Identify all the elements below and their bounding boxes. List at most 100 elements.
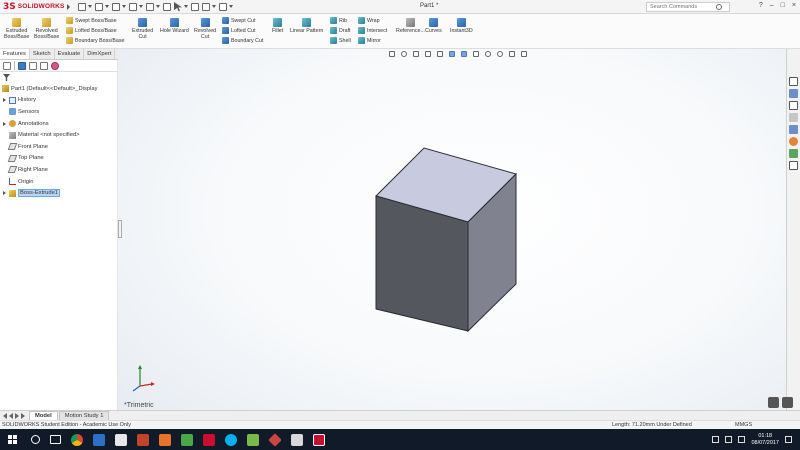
status-units[interactable]: MMGS bbox=[735, 422, 752, 428]
shell-button[interactable]: Shell bbox=[330, 37, 351, 44]
chevron-down-icon[interactable] bbox=[88, 5, 92, 8]
linear-pattern-button[interactable]: Linear Pattern bbox=[290, 18, 323, 34]
fillet-button[interactable]: Fillet bbox=[272, 18, 283, 34]
search-icon[interactable] bbox=[716, 4, 722, 10]
tab-back-icon[interactable] bbox=[9, 412, 13, 419]
tab-next-icon[interactable] bbox=[21, 412, 25, 419]
video-editor-icon[interactable] bbox=[137, 433, 149, 446]
reference-geometry-button[interactable]: Reference... bbox=[396, 18, 425, 34]
file-properties-icon[interactable] bbox=[202, 2, 210, 11]
maximize-button[interactable]: □ bbox=[781, 2, 785, 9]
file-explorer-icon[interactable] bbox=[789, 101, 798, 110]
view-orientation-icon[interactable] bbox=[449, 51, 455, 57]
draft-button[interactable]: Draft bbox=[330, 27, 350, 34]
windows-start-icon[interactable] bbox=[8, 435, 17, 444]
tree-item-origin[interactable]: Origin bbox=[0, 176, 117, 188]
tab-dimxpert[interactable]: DimXpert bbox=[84, 49, 116, 59]
chevron-down-icon[interactable] bbox=[212, 5, 216, 8]
view-toggle-icon[interactable] bbox=[782, 397, 793, 408]
tray-network-icon[interactable] bbox=[712, 436, 720, 443]
zoom-to-area-icon[interactable] bbox=[401, 51, 407, 57]
swept-boss-button[interactable]: Swept Boss/Base bbox=[66, 17, 117, 24]
tree-item-sensors[interactable]: Sensors bbox=[0, 106, 117, 118]
save-icon[interactable] bbox=[112, 2, 120, 11]
file-explorer-icon[interactable] bbox=[93, 433, 105, 446]
expand-arrow-icon[interactable] bbox=[3, 98, 6, 103]
tray-battery-icon[interactable] bbox=[738, 436, 746, 443]
tab-prev-icon[interactable] bbox=[3, 412, 7, 419]
boundary-cut-button[interactable]: Boundary Cut bbox=[222, 37, 263, 44]
search-icon[interactable] bbox=[31, 435, 40, 444]
tab-model[interactable]: Model bbox=[29, 411, 58, 420]
chevron-down-icon[interactable] bbox=[156, 5, 160, 8]
chevron-down-icon[interactable] bbox=[105, 5, 109, 8]
tree-item-right-plane[interactable]: Right Plane bbox=[0, 164, 117, 176]
view-palette-icon[interactable] bbox=[789, 113, 798, 122]
view-settings-icon[interactable] bbox=[509, 51, 515, 57]
task-view-icon[interactable] bbox=[50, 435, 61, 444]
rib-button[interactable]: Rib bbox=[330, 17, 347, 24]
help-button[interactable]: ? bbox=[759, 2, 763, 9]
tree-item-boss-extrude1[interactable]: Boss-Extrude1 bbox=[0, 187, 117, 199]
appearances-scenes-icon[interactable] bbox=[789, 125, 798, 134]
lofted-cut-button[interactable]: Lofted Cut bbox=[222, 27, 255, 34]
solidworks-logo[interactable]: 3S SOLIDWORKS bbox=[0, 2, 70, 12]
puzzle-app-icon[interactable] bbox=[181, 433, 193, 446]
tree-item-top-plane[interactable]: Top Plane bbox=[0, 153, 117, 165]
filter-icon[interactable] bbox=[3, 74, 10, 81]
boundary-boss-button[interactable]: Boundary Boss/Base bbox=[66, 37, 124, 44]
extruded-cut-button[interactable]: Extruded Cut bbox=[132, 18, 153, 40]
wrap-button[interactable]: Wrap bbox=[358, 17, 380, 24]
display-pane-icon[interactable] bbox=[521, 51, 527, 57]
tree-item-front-plane[interactable]: Front Plane bbox=[0, 141, 117, 153]
property-manager-tab-icon[interactable] bbox=[18, 61, 26, 70]
redo-icon[interactable] bbox=[163, 2, 171, 11]
display-style-icon[interactable] bbox=[461, 51, 467, 57]
solidworks-taskbar-icon[interactable] bbox=[203, 433, 215, 446]
tree-item-annotations[interactable]: Annotations bbox=[0, 118, 117, 130]
dimxpert-manager-tab-icon[interactable] bbox=[40, 61, 48, 70]
minimize-button[interactable]: – bbox=[770, 2, 774, 9]
task-pane-extra-icon[interactable] bbox=[789, 161, 798, 170]
close-button[interactable]: × bbox=[792, 2, 796, 9]
tab-evaluate[interactable]: Evaluate bbox=[55, 49, 85, 59]
mirror-button[interactable]: Mirror bbox=[358, 37, 381, 44]
tree-filter[interactable] bbox=[0, 72, 117, 83]
hole-wizard-button[interactable]: Hole Wizard bbox=[160, 18, 189, 34]
feature-manager-tab-icon[interactable] bbox=[3, 61, 11, 70]
options-gear-icon[interactable] bbox=[219, 2, 227, 11]
notifications-icon[interactable] bbox=[785, 436, 792, 443]
person-icon[interactable] bbox=[768, 397, 779, 408]
new-document-icon[interactable] bbox=[78, 2, 86, 11]
tab-motion-study-1[interactable]: Motion Study 1 bbox=[58, 411, 110, 420]
curves-button[interactable]: Curves bbox=[425, 18, 442, 34]
hide-show-items-icon[interactable] bbox=[473, 51, 479, 57]
chevron-down-icon[interactable] bbox=[139, 5, 143, 8]
open-icon[interactable] bbox=[95, 2, 103, 11]
clock[interactable]: 01:18 08/07/2017 bbox=[751, 433, 779, 447]
dynamic-annotation-icon[interactable] bbox=[437, 51, 443, 57]
tab-features[interactable]: Features bbox=[0, 49, 30, 59]
chevron-down-icon[interactable] bbox=[122, 5, 126, 8]
gem-app-icon[interactable] bbox=[268, 432, 282, 447]
zoom-to-fit-icon[interactable] bbox=[389, 51, 395, 57]
extruded-boss-button[interactable]: Extruded Boss/Base bbox=[4, 18, 29, 40]
intersect-button[interactable]: Intersect bbox=[358, 27, 387, 34]
solidworks-resources-icon[interactable] bbox=[789, 77, 798, 86]
apply-scene-icon[interactable] bbox=[497, 51, 503, 57]
cube-model[interactable] bbox=[370, 144, 520, 334]
green-app-icon[interactable] bbox=[247, 433, 259, 446]
tab-forward-icon[interactable] bbox=[15, 412, 19, 419]
print-icon[interactable] bbox=[129, 2, 137, 11]
tab-sketch[interactable]: Sketch bbox=[30, 49, 55, 59]
revolved-cut-button[interactable]: Revolved Cut bbox=[194, 18, 216, 40]
edit-appearance-icon[interactable] bbox=[485, 51, 491, 57]
tree-item-history[interactable]: History bbox=[0, 95, 117, 107]
menu-arrow-icon[interactable] bbox=[66, 3, 70, 10]
search-commands[interactable] bbox=[646, 2, 730, 12]
chrome-icon[interactable] bbox=[71, 433, 83, 446]
lofted-boss-button[interactable]: Lofted Boss/Base bbox=[66, 27, 117, 34]
swept-cut-button[interactable]: Swept Cut bbox=[222, 17, 255, 24]
search-input[interactable] bbox=[650, 4, 714, 10]
display-manager-tab-icon[interactable] bbox=[51, 61, 59, 70]
